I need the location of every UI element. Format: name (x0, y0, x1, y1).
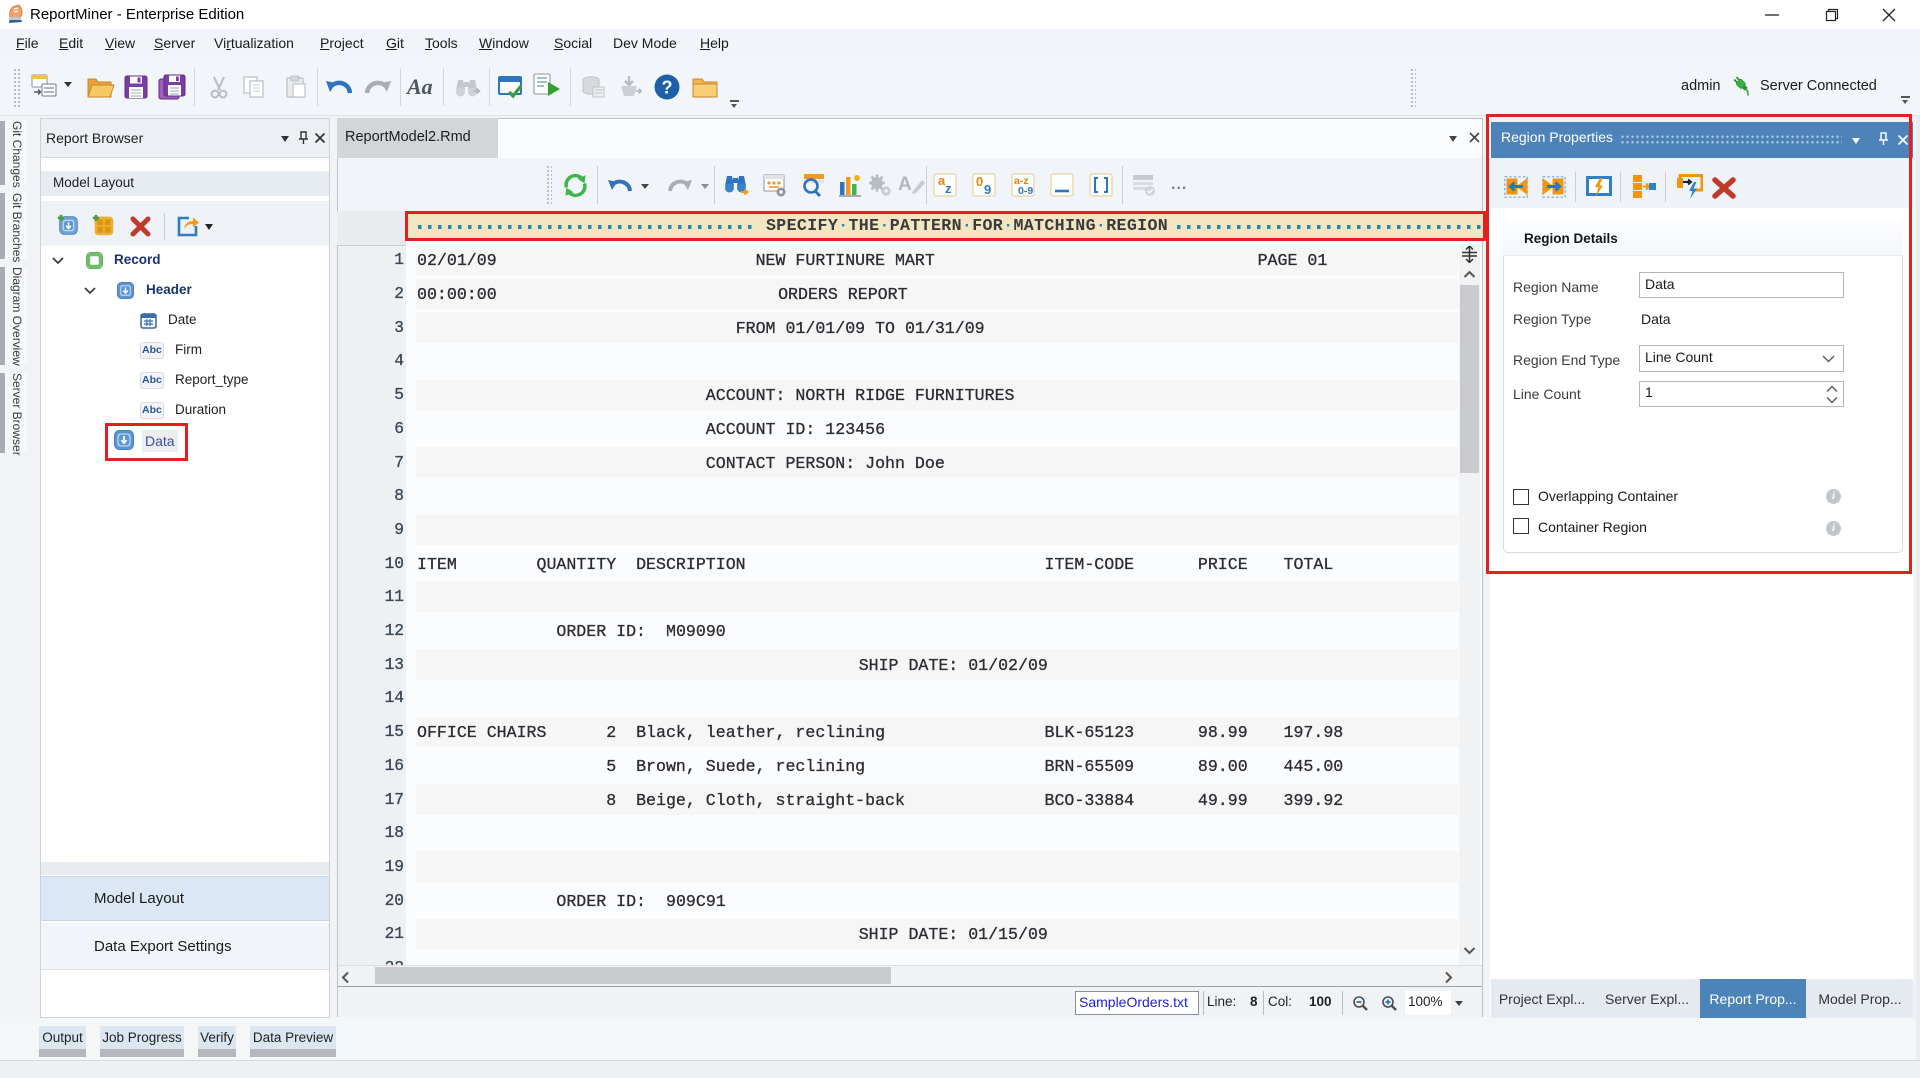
svg-text:0: 0 (976, 174, 983, 189)
svg-text:z: z (945, 181, 952, 196)
svg-text:9: 9 (984, 182, 991, 197)
svg-text:0-9: 0-9 (1018, 185, 1033, 197)
svg-text:?: ? (662, 78, 673, 98)
